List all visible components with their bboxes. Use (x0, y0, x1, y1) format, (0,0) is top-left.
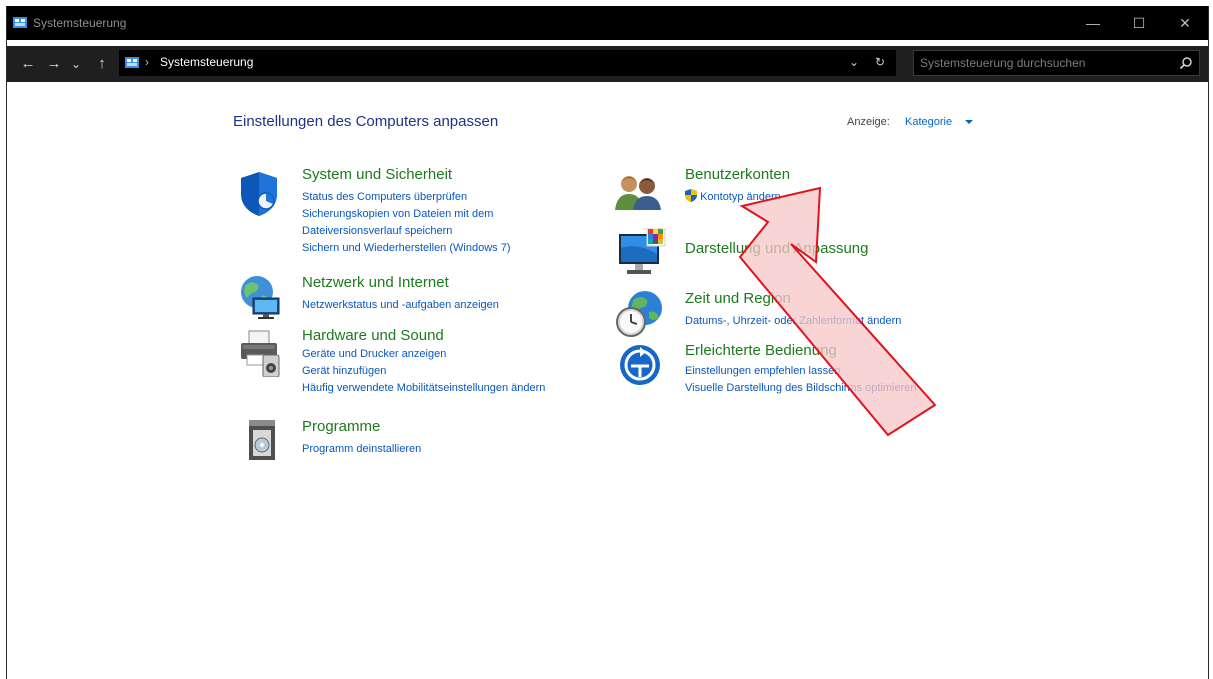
link-check-computer-status[interactable]: Status des Computers überprüfen (302, 189, 542, 206)
address-dropdown-button[interactable]: ⌄ (849, 55, 859, 69)
category-title-network-internet[interactable]: Netzwerk und Internet (302, 274, 449, 291)
accessibility-icon[interactable] (619, 344, 661, 386)
recent-locations-button[interactable]: ⌄ (67, 46, 85, 82)
page-title: Einstellungen des Computers anpassen (233, 113, 499, 130)
refresh-button[interactable]: ↻ (875, 55, 885, 69)
monitor-icon[interactable] (617, 228, 667, 278)
control-panel-window: Systemsteuerung — ☐ ✕ ← → ⌄ ↑ › Systemst… (6, 6, 1209, 679)
clock-globe-icon[interactable] (615, 290, 665, 338)
search-input[interactable] (920, 55, 1160, 71)
network-icon[interactable] (237, 274, 285, 320)
window-title: Systemsteuerung (33, 16, 127, 30)
category-title-appearance[interactable]: Darstellung und Anpassung (685, 240, 868, 257)
link-recommend-settings[interactable]: Einstellungen empfehlen lassen (685, 363, 917, 380)
view-mode-selector[interactable]: Kategorie (905, 116, 952, 128)
link-network-status[interactable]: Netzwerkstatus und -aufgaben anzeigen (302, 297, 499, 314)
link-change-account-type[interactable]: Kontotyp ändern (685, 189, 781, 206)
search-icon[interactable] (1179, 56, 1193, 70)
control-panel-icon (125, 57, 139, 68)
link-uninstall-program[interactable]: Programm deinstallieren (302, 441, 421, 458)
link-optimize-visual-display[interactable]: Visuelle Darstellung des Bildschirms opt… (685, 380, 917, 397)
up-button[interactable]: ↑ (91, 46, 113, 82)
back-button[interactable]: ← (17, 46, 39, 82)
maximize-button[interactable]: ☐ (1116, 6, 1162, 40)
link-file-history-backup[interactable]: Sicherungskopien von Dateien mit dem Dat… (302, 206, 542, 240)
shield-icon[interactable] (237, 170, 281, 218)
link-mobility-settings[interactable]: Häufig verwendete Mobilitätseinstellunge… (302, 380, 545, 397)
programs-icon[interactable] (247, 418, 279, 462)
link-devices-printers[interactable]: Geräte und Drucker anzeigen (302, 346, 545, 363)
forward-button[interactable]: → (43, 46, 65, 82)
link-change-account-type-label[interactable]: Kontotyp ändern (700, 191, 781, 203)
main-content: Einstellungen des Computers anpassen Anz… (7, 82, 1208, 679)
category-title-time-region[interactable]: Zeit und Region (685, 290, 791, 307)
category-title-hardware-sound[interactable]: Hardware und Sound (302, 327, 444, 344)
minimize-button[interactable]: — (1070, 6, 1116, 40)
link-date-time-number-format[interactable]: Datums-, Uhrzeit- oder Zahlenformat ände… (685, 313, 901, 330)
close-button[interactable]: ✕ (1162, 6, 1208, 40)
breadcrumb-separator: › (145, 55, 149, 69)
link-backup-restore-windows7[interactable]: Sichern und Wiederherstellen (Windows 7) (302, 240, 542, 257)
category-title-system-security[interactable]: System und Sicherheit (302, 166, 452, 183)
category-title-ease-of-access[interactable]: Erleichterte Bedienung (685, 342, 837, 359)
title-bar: Systemsteuerung — ☐ ✕ (7, 6, 1208, 40)
link-add-device[interactable]: Gerät hinzufügen (302, 363, 545, 380)
category-title-programs[interactable]: Programme (302, 418, 380, 435)
breadcrumb-item-systemsteuerung[interactable]: Systemsteuerung (160, 55, 253, 69)
search-box[interactable] (913, 50, 1200, 76)
address-bar: ← → ⌄ ↑ › Systemsteuerung ⌄ ↻ (7, 46, 1208, 82)
control-panel-icon (13, 17, 27, 28)
printer-icon[interactable] (237, 329, 283, 377)
users-icon[interactable] (613, 172, 663, 212)
breadcrumb[interactable]: › Systemsteuerung ⌄ ↻ (119, 50, 896, 76)
view-label: Anzeige: (847, 116, 890, 128)
caret-down-icon[interactable] (965, 120, 973, 124)
uac-shield-icon (685, 189, 697, 202)
category-title-user-accounts[interactable]: Benutzerkonten (685, 166, 790, 183)
